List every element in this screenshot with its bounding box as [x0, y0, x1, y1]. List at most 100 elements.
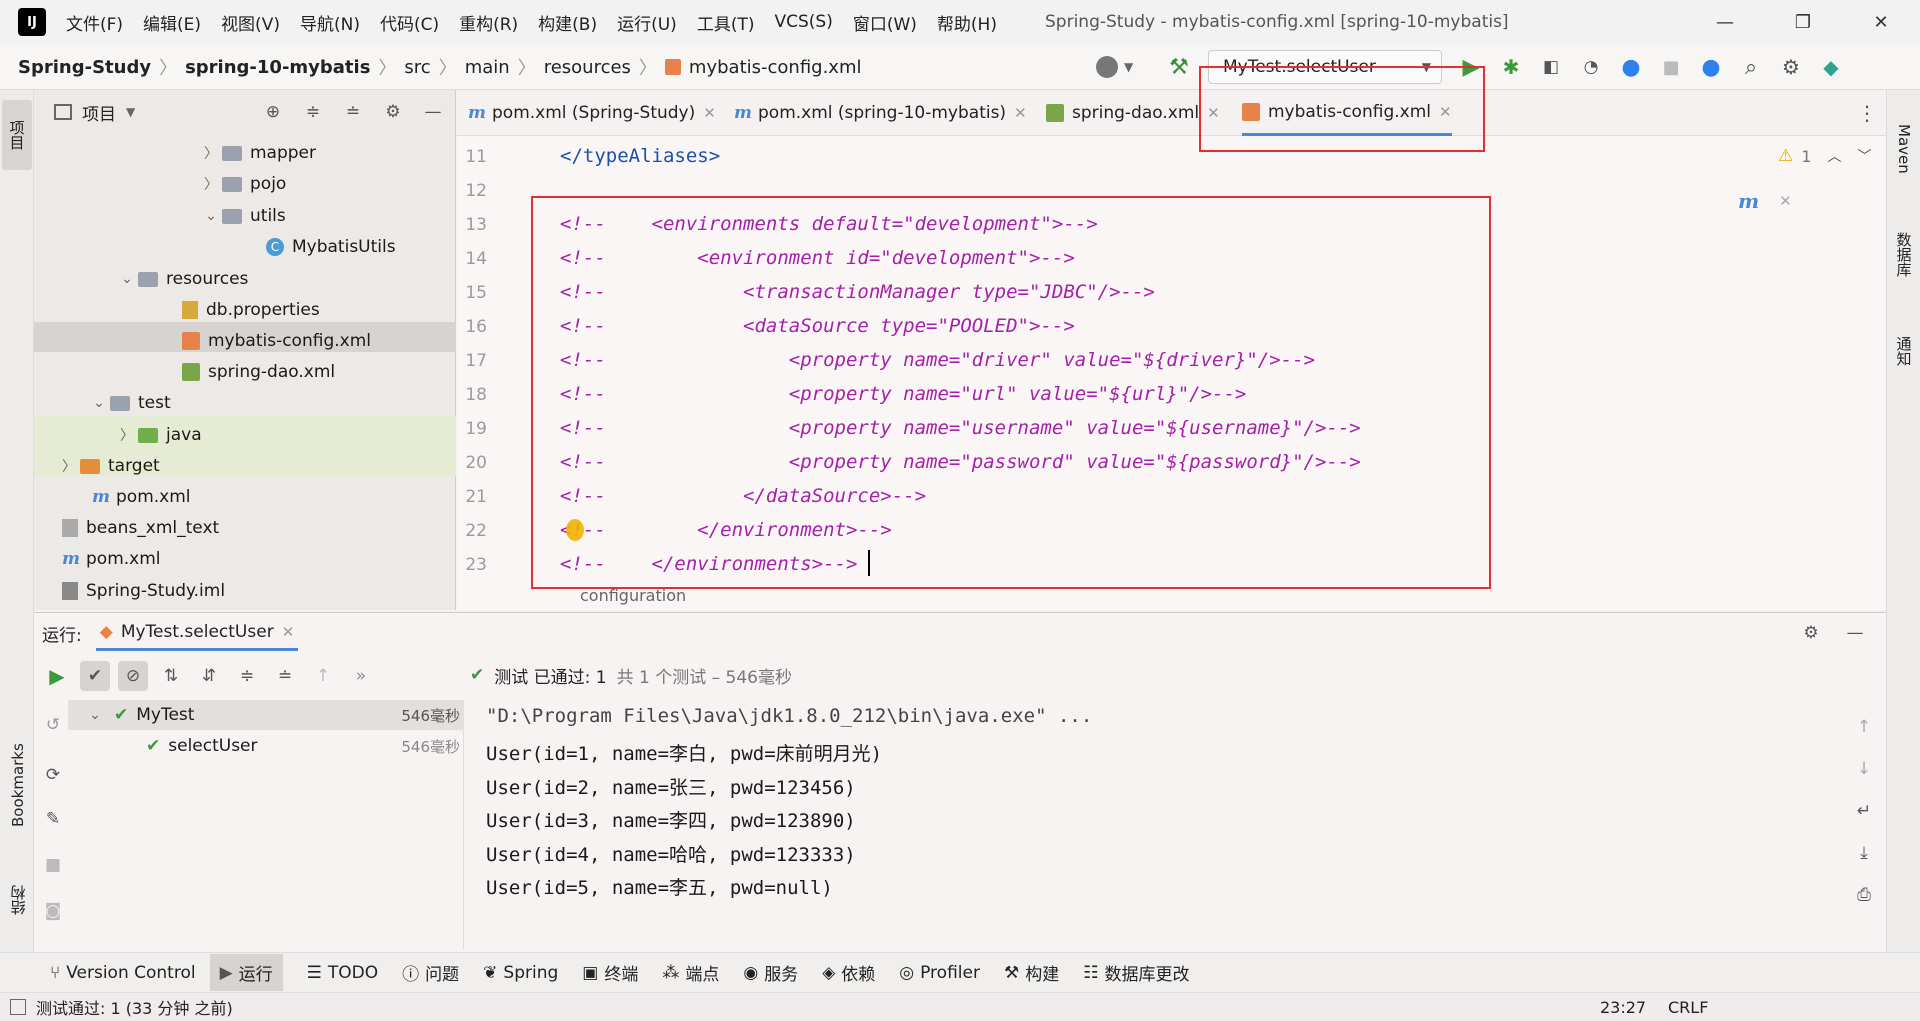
- toggle-auto-test-icon[interactable]: ⟳: [38, 760, 68, 790]
- soft-wrap-icon[interactable]: ↵: [1849, 796, 1879, 826]
- menu-tools[interactable]: 工具(T): [697, 10, 755, 35]
- tree-item-test[interactable]: ⌄ test: [88, 388, 171, 418]
- close-tab-icon[interactable]: ✕: [1014, 104, 1027, 122]
- test-node-selectuser[interactable]: ✔ selectUser 546毫秒: [146, 731, 460, 761]
- scroll-down-icon[interactable]: ↓: [1849, 754, 1879, 784]
- line-separator[interactable]: CRLF: [1668, 998, 1708, 1017]
- crumb-main[interactable]: main: [465, 57, 510, 78]
- tool-version-control[interactable]: ⑂ Version Control: [50, 963, 196, 983]
- menu-vcs[interactable]: VCS(S): [774, 12, 832, 32]
- profile-icon[interactable]: ◔: [1576, 52, 1606, 82]
- tree-item-java[interactable]: 〉 java: [116, 420, 202, 450]
- tool-spring[interactable]: ❦ Spring: [483, 963, 558, 983]
- settings-gear-icon[interactable]: ⚙: [1776, 52, 1806, 82]
- project-panel-title[interactable]: 项目: [82, 100, 116, 125]
- menu-navigate[interactable]: 导航(N): [300, 10, 360, 35]
- collapse-all-icon[interactable]: ≐: [270, 661, 300, 691]
- search-icon[interactable]: ⌕: [1736, 52, 1766, 82]
- locate-icon[interactable]: ⊕: [258, 97, 288, 127]
- structure-breadcrumb[interactable]: configuration: [580, 586, 686, 605]
- menu-help[interactable]: 帮助(H): [937, 10, 997, 35]
- hide-panel-icon[interactable]: —: [418, 97, 448, 127]
- show-passed-icon[interactable]: ✔: [80, 661, 110, 691]
- tree-item-mapper[interactable]: 〉 mapper: [200, 138, 316, 168]
- settings-gear-icon[interactable]: ⚙: [1796, 618, 1826, 648]
- tree-item-pom-module[interactable]: m pom.xml: [92, 482, 191, 512]
- debug-icon[interactable]: ✱: [1496, 52, 1526, 82]
- crumb-file[interactable]: mybatis-config.xml: [689, 57, 862, 78]
- menu-code[interactable]: 代码(C): [380, 10, 439, 35]
- tool-todo[interactable]: ☰ TODO: [307, 963, 379, 983]
- tree-item-pojo[interactable]: 〉 pojo: [200, 169, 286, 199]
- more-actions-icon[interactable]: »: [346, 661, 376, 691]
- crumb-module[interactable]: spring-10-mybatis: [185, 57, 370, 78]
- build-hammer-icon[interactable]: ⚒: [1164, 52, 1194, 82]
- show-ignored-icon[interactable]: ⊘: [118, 661, 148, 691]
- expand-all-icon[interactable]: ≑: [232, 661, 262, 691]
- menu-build[interactable]: 构建(B): [538, 10, 597, 35]
- tab-spring-dao[interactable]: spring-dao.xml ✕: [1046, 90, 1220, 136]
- test-node-mytest[interactable]: ⌄ ✔ MyTest 546毫秒: [84, 700, 460, 730]
- update-icon[interactable]: ●: [1696, 52, 1726, 82]
- restore-icon[interactable]: ❐: [1764, 12, 1842, 33]
- tool-endpoints[interactable]: ⁂ 端点: [662, 960, 719, 986]
- bookmarks-tool-button[interactable]: Bookmarks: [4, 730, 32, 840]
- tree-item-resources[interactable]: ⌄ resources: [116, 264, 248, 294]
- crumb-project[interactable]: Spring-Study: [18, 57, 151, 78]
- structure-tool-button[interactable]: 结构: [4, 870, 32, 930]
- close-icon[interactable]: ✕: [1779, 192, 1792, 210]
- tree-item-mybatisutils[interactable]: C MybatisUtils: [266, 232, 396, 262]
- collapse-all-icon[interactable]: ≐: [338, 97, 368, 127]
- close-tab-icon[interactable]: ✕: [282, 623, 295, 641]
- tool-terminal[interactable]: ▣ 终端: [582, 960, 638, 986]
- previous-test-icon[interactable]: ↑: [308, 661, 338, 691]
- options-gear-icon[interactable]: ⚙: [378, 97, 408, 127]
- project-tool-button[interactable]: 项目: [2, 100, 32, 170]
- chevron-down-icon[interactable]: ﹀: [1857, 146, 1871, 166]
- crumb-src[interactable]: src: [404, 57, 430, 78]
- tree-item-iml[interactable]: Spring-Study.iml: [62, 576, 225, 606]
- tool-problems[interactable]: ⓘ 问题: [402, 960, 459, 985]
- stop-icon[interactable]: ■: [38, 850, 68, 880]
- menu-window[interactable]: 窗口(W): [853, 10, 917, 35]
- more-tabs-icon[interactable]: ⋮: [1854, 98, 1880, 128]
- code-line[interactable]: </typeAliases>: [560, 145, 720, 167]
- tool-run[interactable]: ▶ 运行: [209, 954, 283, 991]
- tree-item-utils[interactable]: ⌄ utils: [200, 201, 286, 231]
- sort-alpha-icon[interactable]: ⇅: [156, 661, 186, 691]
- tree-item-target[interactable]: 〉 target: [58, 451, 160, 481]
- status-message[interactable]: 测试通过: 1 (33 分钟 之前): [36, 995, 233, 1019]
- notifications-tool-button[interactable]: 通知: [1890, 316, 1918, 386]
- tree-item-spring-dao[interactable]: spring-dao.xml: [182, 357, 335, 387]
- tab-pom-spring-10[interactable]: m pom.xml (spring-10-mybatis) ✕: [734, 90, 1027, 136]
- scroll-up-icon[interactable]: ↑: [1849, 712, 1879, 742]
- plugin-icon[interactable]: ◆: [1816, 52, 1846, 82]
- tool-database-changes[interactable]: ☷ 数据库更改: [1083, 960, 1189, 986]
- caret-position[interactable]: 23:27: [1600, 998, 1646, 1017]
- layout-toggle-icon[interactable]: [10, 999, 26, 1015]
- stop-icon[interactable]: ■: [1656, 52, 1686, 82]
- maven-tool-button[interactable]: Maven: [1890, 104, 1918, 194]
- tool-dependencies[interactable]: ◈ 依赖: [822, 960, 875, 986]
- tool-build[interactable]: ⚒ 构建: [1004, 960, 1059, 986]
- tree-item-beans-xml-text[interactable]: beans_xml_text: [62, 513, 219, 543]
- coverage-icon[interactable]: ◧: [1536, 52, 1566, 82]
- inspection-widget[interactable]: ⚠ 1 ︿ ﹀: [1778, 144, 1871, 168]
- crumb-resources[interactable]: resources: [544, 57, 631, 78]
- tree-item-db-properties[interactable]: db.properties: [182, 295, 320, 325]
- tool-profiler[interactable]: ◎ Profiler: [899, 963, 980, 983]
- menu-view[interactable]: 视图(V): [221, 10, 280, 35]
- expand-all-icon[interactable]: ≑: [298, 97, 328, 127]
- menu-refactor[interactable]: 重构(R): [459, 10, 518, 35]
- menu-run[interactable]: 运行(U): [617, 10, 677, 35]
- dropdown-arrow-icon[interactable]: ▼: [126, 105, 135, 119]
- tool-services[interactable]: ◉ 服务: [743, 960, 798, 986]
- user-menu[interactable]: ▼: [1096, 52, 1133, 82]
- chevron-up-icon[interactable]: ︿: [1827, 146, 1841, 166]
- menu-edit[interactable]: 编辑(E): [143, 10, 201, 35]
- menu-file[interactable]: 文件(F): [66, 10, 123, 35]
- hide-panel-icon[interactable]: —: [1840, 618, 1870, 648]
- close-tab-icon[interactable]: ✕: [703, 104, 716, 122]
- tab-pom-spring-study[interactable]: m pom.xml (Spring-Study) ✕: [468, 90, 716, 136]
- sort-duration-icon[interactable]: ⇵: [194, 661, 224, 691]
